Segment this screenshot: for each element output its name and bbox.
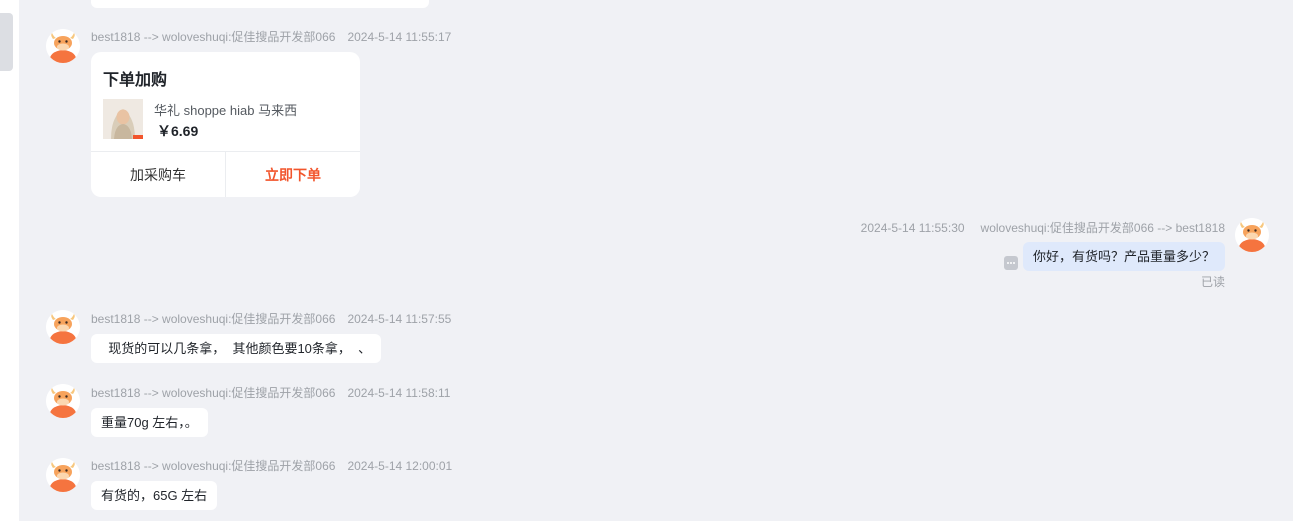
message-meta: best1818 --> woloveshuqi:促佳搜品开发部066 2024-… xyxy=(91,310,451,327)
previous-message-bubble xyxy=(91,0,429,8)
card-title: 下单加购 xyxy=(103,72,168,89)
message-bubble[interactable]: 重量70g 左右，。 xyxy=(91,408,208,437)
sender-label: best1818 --> woloveshuqi:促佳搜品开发部066 xyxy=(91,312,336,326)
timestamp: 2024-5-14 11:55:17 xyxy=(347,30,452,44)
message-meta: 2024-5-14 11:55:30 woloveshuqi:促佳搜品开发部066… xyxy=(861,219,1225,236)
sender-label: woloveshuqi:促佳搜品开发部066 --> best1818 xyxy=(980,221,1225,235)
scrollbar-thumb[interactable] xyxy=(0,13,13,71)
product-thumbnail[interactable] xyxy=(103,99,143,139)
avatar-bull-icon[interactable] xyxy=(46,29,80,63)
order-card: 下单加购 华礼 shoppe hiab 马来西 ￥6.69 加采购车 立即下单 xyxy=(91,52,360,197)
chat-area: best1818 --> woloveshuqi:促佳搜品开发部066 2024-… xyxy=(19,0,1293,521)
my-message-bubble[interactable]: 你好，有货吗？产品重量多少？ xyxy=(1022,242,1225,271)
message-bubble[interactable]: 有货的，65G 左右 xyxy=(91,481,218,510)
message-meta: best1818 --> woloveshuqi:促佳搜品开发部066 2024-… xyxy=(91,457,452,474)
message-meta: best1818 --> woloveshuqi:促佳搜品开发部066 2024-… xyxy=(91,28,451,45)
message-meta: best1818 --> woloveshuqi:促佳搜品开发部066 2024-… xyxy=(91,384,450,401)
more-options-icon[interactable] xyxy=(1004,256,1018,270)
read-status: 已读 xyxy=(1200,275,1225,289)
left-rail xyxy=(0,0,19,521)
product-price: ￥6.69 xyxy=(157,123,199,139)
order-now-button[interactable]: 立即下单 xyxy=(226,152,360,197)
avatar-bull-icon[interactable] xyxy=(1235,218,1269,252)
timestamp: 2024-5-14 12:00:01 xyxy=(347,459,453,473)
timestamp: 2024-5-14 11:58:11 xyxy=(347,386,451,400)
sender-label: best1818 --> woloveshuqi:促佳搜品开发部066 xyxy=(91,30,336,44)
timestamp: 2024-5-14 11:55:30 xyxy=(860,221,965,235)
add-to-cart-button[interactable]: 加采购车 xyxy=(91,152,226,197)
product-name[interactable]: 华礼 shoppe hiab 马来西 xyxy=(154,100,297,119)
message-bubble[interactable]: 现货的可以几条拿， 其他颜色要10条拿， 、 xyxy=(91,334,382,363)
sender-label: best1818 --> woloveshuqi:促佳搜品开发部066 xyxy=(91,459,336,473)
avatar-bull-icon[interactable] xyxy=(46,458,80,492)
timestamp: 2024-5-14 11:57:55 xyxy=(347,312,452,326)
avatar-bull-icon[interactable] xyxy=(46,384,80,418)
avatar-bull-icon[interactable] xyxy=(46,310,80,344)
sender-label: best1818 --> woloveshuqi:促佳搜品开发部066 xyxy=(91,386,336,400)
